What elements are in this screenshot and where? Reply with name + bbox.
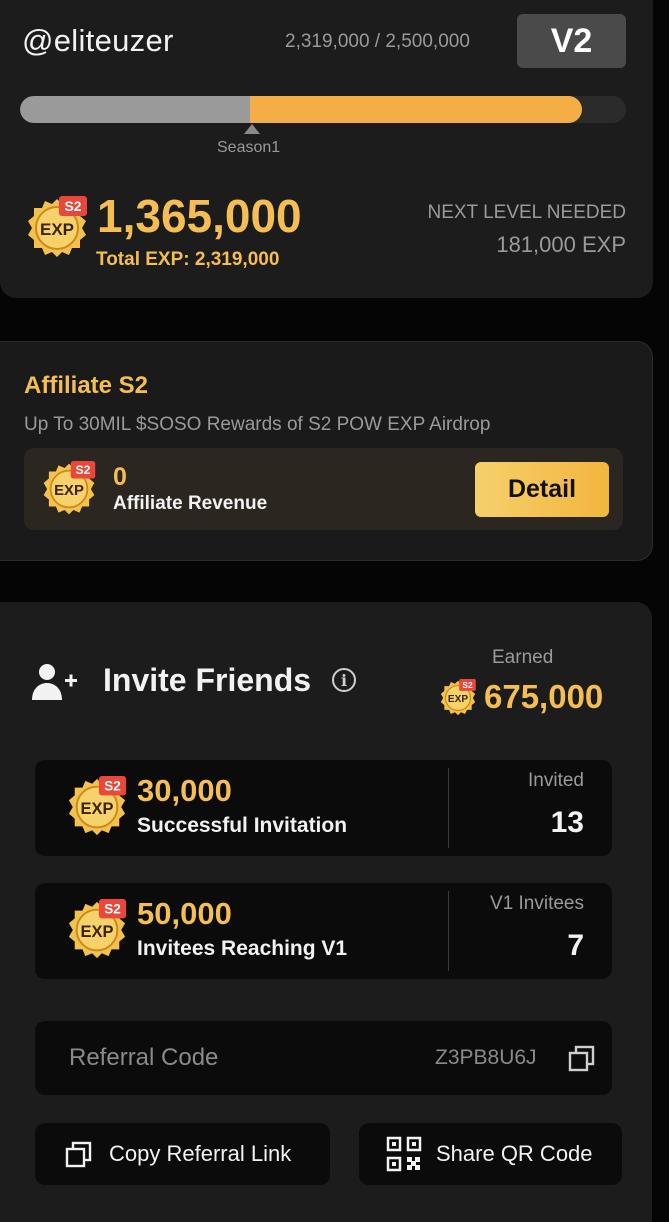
share-qr-code-label: Share QR Code (436, 1141, 593, 1166)
share-qr-code-button[interactable]: Share QR Code (359, 1123, 622, 1185)
divider (448, 768, 449, 848)
exp-badge-icon: EXP S2 (25, 196, 89, 260)
copy-referral-link-label: Copy Referral Link (109, 1141, 292, 1166)
affiliate-revenue-value: 0 (113, 463, 127, 491)
exp-badge-icon: EXP S2 (66, 776, 128, 838)
progress-fill (250, 96, 583, 123)
divider (448, 891, 449, 971)
svg-text:S2: S2 (104, 902, 121, 917)
svg-text:S2: S2 (76, 463, 91, 477)
season-label: Season1 (217, 139, 281, 156)
stat-value: 7 (567, 929, 584, 962)
earned-value: 675,000 (484, 678, 604, 715)
next-level-value: 181,000 EXP (496, 232, 626, 257)
reward-label: Invitees Reaching V1 (137, 937, 348, 960)
svg-text:S2: S2 (104, 779, 121, 794)
earned-label: Earned (492, 647, 554, 668)
svg-text:EXP: EXP (448, 694, 468, 705)
affiliate-subtitle: Up To 30MIL $SOSO Rewards of S2 POW EXP … (24, 414, 491, 435)
copy-icon (65, 1141, 92, 1168)
username: @eliteuzer (22, 23, 174, 58)
svg-text:EXP: EXP (54, 483, 84, 499)
exp-badge-icon: EXP S2 (66, 899, 128, 961)
next-level-label: NEXT LEVEL NEEDED (427, 202, 626, 223)
svg-text:S2: S2 (462, 680, 473, 690)
info-icon[interactable]: i (332, 668, 356, 692)
reward-value: 30,000 (137, 773, 232, 808)
referral-code-value: Z3PB8U6J (435, 1046, 537, 1069)
reward-value: 50,000 (137, 896, 232, 931)
exp-badge-icon: EXP S2 (439, 679, 477, 717)
exp-badge-icon: EXP S2 (41, 461, 97, 517)
stat-label: Invited (528, 770, 584, 791)
qr-code-icon (386, 1136, 422, 1172)
invite-friends-title: Invite Friends (103, 662, 312, 698)
svg-text:EXP: EXP (40, 220, 74, 239)
season-exp-value: 1,365,000 (97, 190, 302, 242)
detail-button[interactable]: Detail (475, 462, 609, 517)
total-exp: Total EXP: 2,319,000 (96, 249, 280, 270)
affiliate-revenue-label: Affiliate Revenue (113, 493, 268, 514)
reward-label: Successful Invitation (137, 814, 348, 837)
exp-progress-text: 2,319,000 / 2,500,000 (285, 31, 470, 52)
stat-value: 13 (550, 806, 584, 839)
level-badge: V2 (517, 14, 626, 68)
copy-icon[interactable] (568, 1045, 595, 1077)
referral-code-label: Referral Code (69, 1044, 219, 1071)
season-marker-icon (244, 124, 260, 134)
add-user-icon (32, 662, 78, 707)
stat-label: V1 Invitees (490, 893, 584, 914)
copy-referral-link-button[interactable]: Copy Referral Link (35, 1123, 330, 1185)
svg-text:EXP: EXP (81, 800, 114, 818)
svg-text:S2: S2 (64, 198, 81, 214)
level-progress-bar (20, 96, 626, 123)
affiliate-title: Affiliate S2 (24, 372, 149, 399)
svg-text:EXP: EXP (81, 923, 114, 941)
season-progress-segment (20, 96, 251, 123)
